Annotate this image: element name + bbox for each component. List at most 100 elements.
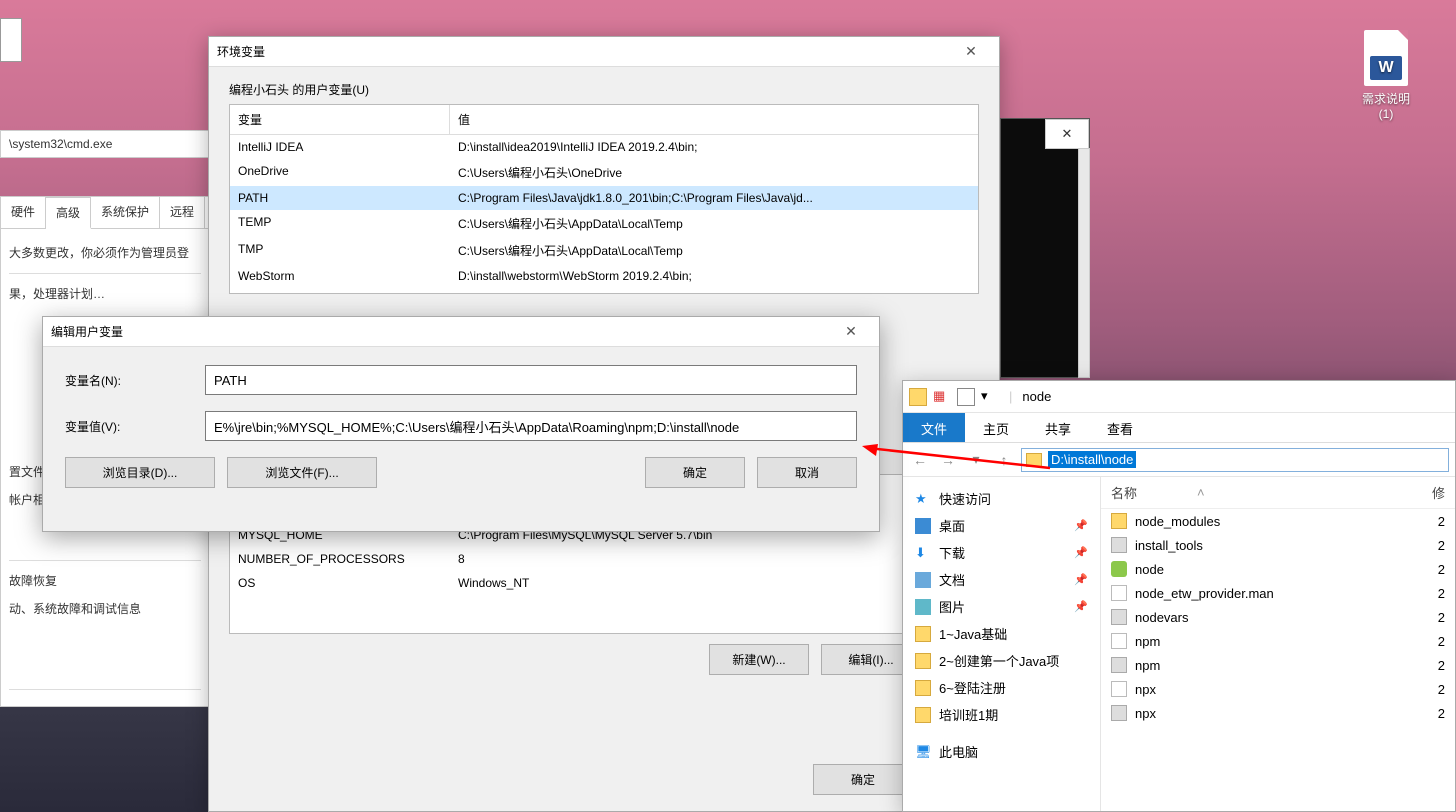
file-row[interactable]: install_tools2 — [1101, 533, 1455, 557]
cell-val: C:\Program Files\Java\jdk1.8.0_201\bin;C… — [450, 189, 978, 207]
nav-folder[interactable]: 6~登陆注册 — [909, 674, 1094, 701]
file-name: npm — [1135, 634, 1430, 649]
nav-folder[interactable]: 培训班1期 — [909, 701, 1094, 728]
nav-pane[interactable]: ★快速访问 桌面📌 ⬇下载📌 文档📌 图片📌 1~Java基础 2~创建第一个J… — [903, 477, 1101, 811]
desktop-word-icon[interactable]: W 需求说明(1) — [1356, 30, 1416, 121]
col-value[interactable]: 值 — [450, 105, 978, 134]
var-value-input[interactable] — [205, 411, 857, 441]
nav-pictures[interactable]: 图片📌 — [909, 593, 1094, 620]
file-list[interactable]: 名称˄ 修 node_modules2install_tools2node2no… — [1101, 477, 1455, 811]
nav-folder[interactable]: 2~创建第一个Java项 — [909, 647, 1094, 674]
file-name: node_etw_provider.man — [1135, 586, 1430, 601]
dropdown-icon[interactable]: ▾ — [981, 388, 999, 406]
tab-share[interactable]: 共享 — [1027, 413, 1089, 442]
ok-button[interactable]: 确定 — [813, 764, 913, 795]
sysprop-text: 动、系统故障和调试信息 — [9, 595, 201, 623]
file-date: 2 — [1438, 610, 1445, 625]
nav-folder[interactable]: 1~Java基础 — [909, 620, 1094, 647]
scrollbar[interactable] — [1078, 148, 1090, 378]
browse-dir-button[interactable]: 浏览目录(D)... — [65, 457, 215, 488]
user-vars-table[interactable]: 变量 值 IntelliJ IDEAD:\install\idea2019\In… — [229, 104, 979, 294]
pin-icon: 📌 — [1074, 573, 1088, 586]
document-icon — [915, 572, 931, 588]
col-modified[interactable]: 修 — [1432, 483, 1445, 502]
file-icon — [1111, 585, 1127, 601]
cell-val: C:\Users\编程小石头\OneDrive — [450, 162, 978, 183]
address-path: D:\install\node — [1048, 451, 1136, 468]
partial-desktop-icon[interactable] — [0, 18, 22, 62]
folder-icon — [915, 707, 931, 723]
dialog-title: 编辑用户变量 — [51, 323, 831, 340]
folder-icon — [915, 680, 931, 696]
nav-downloads[interactable]: ⬇下载📌 — [909, 539, 1094, 566]
sysprop-text: 大多数更改，你必须作为管理员登 — [9, 239, 201, 267]
file-row[interactable]: npm2 — [1101, 653, 1455, 677]
table-row[interactable]: WebStormD:\install\webstorm\WebStorm 201… — [230, 264, 978, 288]
up-icon[interactable]: ↑ — [993, 449, 1015, 471]
nav-this-pc[interactable]: 🖥此电脑 — [909, 738, 1094, 765]
tab-file[interactable]: 文件 — [903, 413, 965, 442]
sysprop-text: 故障恢复 — [9, 567, 201, 595]
cell-var: OS — [230, 574, 450, 592]
cell-val: D:\install\idea2019\IntelliJ IDEA 2019.2… — [450, 138, 978, 156]
table-row[interactable]: OSWindows_NT — [230, 571, 978, 595]
file-date: 2 — [1438, 586, 1445, 601]
col-variable[interactable]: 变量 — [230, 105, 450, 134]
dialog-title: 环境变量 — [217, 43, 951, 60]
file-row[interactable]: node_etw_provider.man 2 — [1101, 581, 1455, 605]
nav-quick-access[interactable]: ★快速访问 — [909, 485, 1094, 512]
close-icon[interactable]: ✕ — [1045, 119, 1089, 149]
table-row[interactable]: IntelliJ IDEAD:\install\idea2019\Intelli… — [230, 135, 978, 159]
back-icon[interactable]: ← — [909, 449, 931, 471]
cell-val: 8 — [450, 550, 978, 568]
tab-sysprotect[interactable]: 系统保护 — [91, 197, 160, 228]
folder-icon — [1026, 453, 1042, 467]
address-bar[interactable]: D:\install\node — [1021, 448, 1449, 472]
table-row[interactable]: TMPC:\Users\编程小石头\AppData\Local\Temp — [230, 237, 978, 264]
file-date: 2 — [1438, 538, 1445, 553]
pin-icon: 📌 — [1074, 546, 1088, 559]
cell-val: Windows_NT — [450, 574, 978, 592]
table-row[interactable]: NUMBER_OF_PROCESSORS8 — [230, 547, 978, 571]
new-button[interactable]: 新建(W)... — [709, 644, 809, 675]
file-icon — [1111, 633, 1127, 649]
ok-button[interactable]: 确定 — [645, 457, 745, 488]
file-row[interactable]: node_modules2 — [1101, 509, 1455, 533]
cell-var: OneDrive — [230, 162, 450, 183]
file-row[interactable]: npm2 — [1101, 629, 1455, 653]
file-row[interactable]: npx2 — [1101, 677, 1455, 701]
file-row[interactable]: npx2 — [1101, 701, 1455, 725]
cancel-button[interactable]: 取消 — [757, 457, 857, 488]
table-row[interactable]: PATHC:\Program Files\Java\jdk1.8.0_201\b… — [230, 186, 978, 210]
table-row[interactable]: TEMPC:\Users\编程小石头\AppData\Local\Temp — [230, 210, 978, 237]
nav-documents[interactable]: 文档📌 — [909, 566, 1094, 593]
file-row[interactable]: nodevars2 — [1101, 605, 1455, 629]
cell-var: PATH — [230, 189, 450, 207]
folder-icon — [915, 626, 931, 642]
pin-icon: 📌 — [1074, 600, 1088, 613]
chevron-down-icon[interactable]: ▾ — [965, 449, 987, 471]
qat-icon[interactable]: ▦ — [933, 388, 951, 406]
var-name-input[interactable] — [205, 365, 857, 395]
word-letter: W — [1370, 56, 1402, 80]
file-row[interactable]: node2 — [1101, 557, 1455, 581]
tab-remote[interactable]: 远程 — [160, 197, 205, 228]
cell-val: C:\Users\编程小石头\AppData\Local\Temp — [450, 213, 978, 234]
browse-file-button[interactable]: 浏览文件(F)... — [227, 457, 377, 488]
close-icon[interactable]: ✕ — [951, 43, 991, 60]
cell-var: TMP — [230, 240, 450, 261]
close-icon[interactable]: ✕ — [831, 323, 871, 340]
col-name[interactable]: 名称 — [1111, 483, 1137, 502]
sort-icon[interactable]: ˄ — [1197, 485, 1205, 500]
tab-view[interactable]: 查看 — [1089, 413, 1151, 442]
tab-advanced[interactable]: 高级 — [46, 197, 91, 229]
nav-desktop[interactable]: 桌面📌 — [909, 512, 1094, 539]
table-row[interactable]: OneDriveC:\Users\编程小石头\OneDrive — [230, 159, 978, 186]
forward-icon[interactable]: → — [937, 449, 959, 471]
file-date: 2 — [1438, 562, 1445, 577]
tab-home[interactable]: 主页 — [965, 413, 1027, 442]
qat-icon[interactable] — [957, 388, 975, 406]
file-name: npm — [1135, 658, 1430, 673]
tab-hardware[interactable]: 硬件 — [1, 197, 46, 228]
file-explorer-window: ▦ ▾ | node 文件 主页 共享 查看 ← → ▾ ↑ D:\instal… — [902, 380, 1456, 812]
